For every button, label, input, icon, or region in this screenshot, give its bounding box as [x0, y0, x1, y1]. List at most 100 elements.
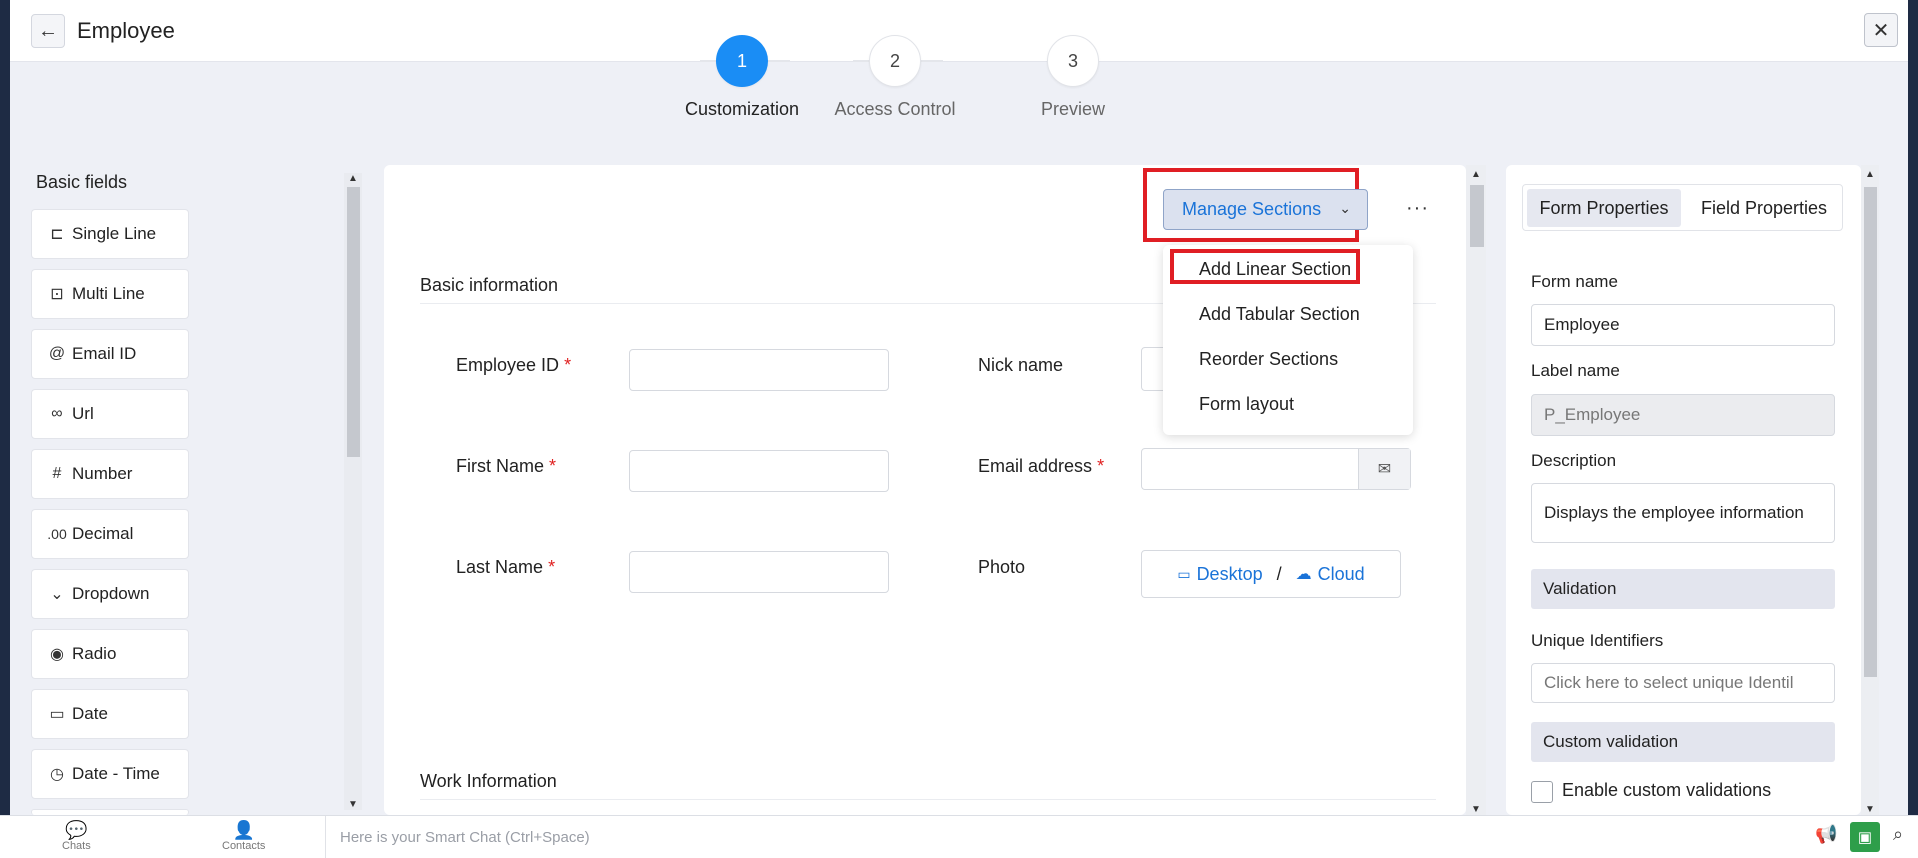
field-label: Single Line	[72, 224, 157, 243]
step-number: 1	[716, 35, 768, 87]
bottom-bar: 💬 Chats 👤 Contacts Here is your Smart Ch…	[0, 815, 1918, 858]
field-radio[interactable]: ◉ Radio	[31, 629, 189, 679]
field-decimal[interactable]: .00 Decimal	[31, 509, 189, 559]
label-text: First Name	[456, 456, 545, 476]
contacts-label: Contacts	[222, 840, 266, 852]
form-name-input[interactable]: Employee	[1531, 304, 1835, 346]
section-title-work: Work Information	[420, 771, 557, 791]
contacts-button[interactable]: 👤 Contacts	[222, 820, 265, 852]
field-date[interactable]: ▭ Date	[31, 689, 189, 739]
desktop-label: Desktop	[1196, 563, 1263, 584]
required-mark: *	[564, 355, 572, 375]
more-options-icon[interactable]: ···	[1406, 197, 1429, 220]
annotation-highlight	[1170, 249, 1360, 284]
megaphone-icon[interactable]: 📢	[1815, 824, 1837, 845]
smart-chat-placeholder: Here is your Smart Chat (Ctrl+Space)	[340, 828, 590, 846]
page-title: Employee	[77, 18, 175, 43]
person-icon: 👤	[232, 820, 255, 840]
field-date-time[interactable]: ◷ Date - Time	[31, 749, 189, 799]
form-name-label: Form name	[1531, 272, 1618, 291]
multi-line-icon: ⊡	[50, 286, 64, 303]
photo-cloud-link[interactable]: ☁ Cloud	[1296, 564, 1365, 585]
custom-validation-section[interactable]: Custom validation	[1531, 722, 1835, 762]
menu-form-layout[interactable]: Form layout	[1199, 394, 1294, 415]
field-single-line[interactable]: ⊏ Single Line	[31, 209, 189, 259]
validation-section[interactable]: Validation	[1531, 569, 1835, 609]
arrow-left-icon: ←	[38, 19, 58, 42]
separator: /	[1276, 563, 1282, 584]
cloud-label: Cloud	[1317, 563, 1365, 584]
section-divider	[420, 799, 1436, 800]
mail-icon: ✉	[1358, 449, 1410, 489]
required-mark: *	[548, 557, 556, 577]
section-title-basic: Basic information	[420, 275, 559, 295]
chats-button[interactable]: 💬 Chats	[62, 820, 91, 852]
field-email-id[interactable]: @ Email ID	[31, 329, 189, 379]
first-name-input[interactable]	[629, 450, 889, 492]
label-name-label: Label name	[1531, 361, 1620, 380]
decimal-icon: .00	[47, 526, 67, 542]
last-name-input[interactable]	[629, 551, 889, 593]
step-number: 2	[869, 35, 921, 87]
field-number[interactable]: # Number	[31, 449, 189, 499]
search-icon[interactable]: ⌕	[1893, 824, 1903, 845]
photo-desktop-link[interactable]: ▭ Desktop	[1177, 564, 1262, 585]
at-icon: @	[48, 345, 66, 362]
enable-custom-validations-checkbox[interactable]	[1531, 781, 1553, 803]
properties-tabs: Form Properties Field Properties	[1522, 184, 1843, 231]
employee-id-input[interactable]	[629, 349, 889, 391]
label-employee-id: Employee ID *	[456, 355, 571, 376]
calendar-clock-icon: ◷	[50, 766, 64, 783]
field-label: Multi Line	[72, 284, 145, 303]
scroll-thumb[interactable]	[347, 187, 360, 457]
field-multi-line[interactable]: ⊡ Multi Line	[31, 269, 189, 319]
chevron-down-icon: ⌄	[1339, 200, 1351, 216]
label-text: Last Name	[456, 557, 544, 577]
email-address-input[interactable]: ✉	[1141, 448, 1411, 490]
dropdown-icon: ⌄	[50, 586, 64, 603]
step-label: Customization	[684, 99, 800, 119]
messages-icon[interactable]: ▣	[1850, 822, 1880, 852]
scroll-down-icon[interactable]: ▼	[1865, 804, 1875, 815]
field-label: Dropdown	[72, 584, 150, 603]
field-url[interactable]: ∞ Url	[31, 389, 189, 439]
single-line-icon: ⊏	[50, 226, 64, 243]
panel-title: Basic fields	[36, 172, 128, 192]
scroll-thumb[interactable]	[1864, 187, 1877, 677]
scroll-up-icon[interactable]: ▲	[1865, 169, 1875, 180]
tab-field-properties[interactable]: Field Properties	[1687, 189, 1841, 227]
field-label: Date	[72, 704, 108, 723]
description-label: Description	[1531, 451, 1617, 470]
label-text: Employee ID	[456, 355, 560, 375]
step-customization[interactable]: 1 Customization	[682, 35, 802, 120]
step-number: 3	[1047, 35, 1099, 87]
scroll-up-icon[interactable]: ▲	[348, 173, 358, 184]
photo-upload: ▭ Desktop / ☁ Cloud	[1141, 550, 1401, 598]
step-preview[interactable]: 3 Preview	[1013, 35, 1133, 120]
backdrop	[0, 0, 10, 815]
scroll-thumb[interactable]	[1470, 185, 1484, 247]
label-nick-name: Nick name	[978, 355, 1064, 375]
properties-scrollbar[interactable]: ▲ ▼	[1861, 165, 1879, 815]
menu-reorder-sections[interactable]: Reorder Sections	[1199, 349, 1338, 370]
menu-add-tabular-section[interactable]: Add Tabular Section	[1199, 304, 1360, 325]
tab-form-properties[interactable]: Form Properties	[1527, 189, 1681, 227]
cloud-icon: ☁	[1295, 566, 1312, 583]
field-label: Date - Time	[72, 764, 160, 783]
field-label: Number	[72, 464, 133, 483]
field-dropdown[interactable]: ⌄ Dropdown	[31, 569, 189, 619]
back-button[interactable]: ←	[31, 14, 65, 48]
description-input[interactable]: Displays the employee information	[1531, 483, 1835, 543]
close-button[interactable]: ✕	[1864, 13, 1898, 47]
left-scrollbar[interactable]: ▲ ▼	[344, 173, 362, 810]
required-mark: *	[549, 456, 557, 476]
smart-chat-input[interactable]: Here is your Smart Chat (Ctrl+Space)	[325, 816, 1775, 858]
scroll-down-icon[interactable]: ▼	[348, 799, 358, 810]
scroll-down-icon[interactable]: ▼	[1471, 804, 1481, 815]
scroll-up-icon[interactable]: ▲	[1471, 169, 1481, 180]
step-access-control[interactable]: 2 Access Control	[830, 35, 960, 120]
required-mark: *	[1097, 456, 1105, 476]
canvas-scrollbar[interactable]: ▲ ▼	[1466, 165, 1486, 815]
unique-identifiers-input[interactable]: Click here to select unique Identil	[1531, 663, 1835, 703]
manage-sections-button[interactable]: Manage Sections ⌄	[1163, 189, 1368, 230]
